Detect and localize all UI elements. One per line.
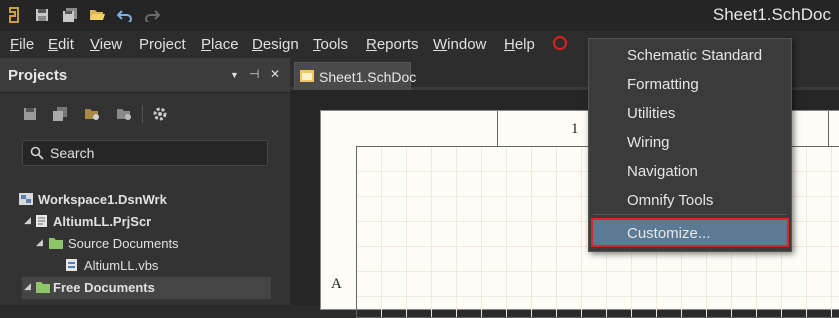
menu-edit-label: dit — [58, 36, 74, 53]
menu-item-label: Navigation — [627, 163, 698, 180]
expand-triangle-icon[interactable]: ◢ — [36, 237, 43, 248]
open-project-folder-icon[interactable] — [84, 106, 100, 122]
toolbar-divider — [142, 105, 143, 123]
save-icon[interactable] — [32, 5, 52, 25]
vbs-file-icon — [66, 259, 77, 271]
menu-item-schematic-standard[interactable]: Schematic Standard — [589, 41, 791, 70]
menu-help[interactable]: Help — [504, 36, 535, 53]
menu-window-label: indow — [447, 36, 487, 53]
folder-icon — [49, 238, 63, 249]
menu-help-label: elp — [514, 36, 535, 53]
toolbars-dropdown-menu: Schematic Standard Formatting Utilities … — [588, 38, 792, 252]
panel-menu-button[interactable]: ▼ — [230, 70, 239, 80]
sheet-border-divider — [828, 111, 829, 146]
tree-item-free-documents[interactable]: ◢ Free Documents — [22, 277, 271, 299]
tree-item-workspace[interactable]: Workspace1.DsnWrk — [0, 189, 290, 211]
tree-label-workspace: Workspace1.DsnWrk — [38, 192, 167, 207]
menu-item-navigation[interactable]: Navigation — [589, 157, 791, 186]
menu-tools-label: ools — [320, 36, 349, 53]
search-icon — [30, 146, 44, 160]
menu-item-label: Schematic Standard — [627, 47, 763, 64]
tab-sheet1-schdoc[interactable]: Sheet1.SchDoc — [294, 62, 416, 90]
redo-icon[interactable] — [142, 5, 162, 25]
menu-place-label: lace — [211, 36, 239, 53]
menu-item-label: Omnify Tools — [627, 192, 714, 209]
menu-place-accel: P — [201, 36, 212, 53]
menu-item-label: Formatting — [627, 76, 699, 93]
sheet-zone-letter: A — [331, 276, 342, 292]
menu-reports-accel: R — [366, 36, 377, 53]
expand-triangle-icon[interactable]: ◢ — [24, 281, 31, 292]
sheet-zone-number: 1 — [571, 121, 579, 137]
sheet-border-divider — [497, 111, 498, 146]
window-title: Sheet1.SchDoc — [712, 5, 831, 24]
panel-toolbar — [0, 93, 290, 133]
menu-edit-accel: E — [48, 36, 59, 53]
menu-design-label: esign — [262, 36, 299, 53]
save-all-project-icon[interactable] — [52, 106, 68, 122]
schematic-doc-icon — [300, 70, 314, 82]
menu-item-wiring[interactable]: Wiring — [589, 128, 791, 157]
menu-project-label: Project — [139, 36, 186, 53]
tab-label: Sheet1.SchDoc — [319, 69, 417, 85]
menu-item-formatting[interactable]: Formatting — [589, 70, 791, 99]
menu-design-accel: D — [252, 36, 263, 53]
undo-icon[interactable] — [115, 5, 135, 25]
open-folder-icon[interactable] — [87, 5, 107, 25]
menu-project[interactable]: Project — [139, 36, 186, 53]
menu-separator — [593, 214, 787, 215]
menu-item-label: Utilities — [627, 105, 676, 122]
gear-icon[interactable] — [152, 106, 168, 122]
menu-window-accel: W — [433, 36, 448, 53]
tree-label-free-documents: Free Documents — [53, 280, 155, 295]
menu-place[interactable]: Place — [201, 36, 239, 53]
tree-label-project: AltiumLL.PrjScr — [53, 214, 152, 229]
tree-item-project[interactable]: ◢ AltiumLL.PrjScr — [0, 211, 290, 233]
menu-reports[interactable]: Reports — [366, 36, 419, 53]
menu-view-accel: V — [90, 36, 100, 53]
menu-tools-accel: T — [313, 36, 321, 53]
title-bar: Sheet1.SchDoc — [0, 0, 839, 31]
close-panel-button[interactable]: ✕ — [270, 67, 280, 81]
search-input[interactable]: Search — [22, 140, 268, 166]
save-all-icon[interactable] — [60, 5, 80, 25]
menu-view-label: iew — [99, 36, 123, 53]
menu-file[interactable]: File — [10, 36, 34, 53]
menu-help-accel: H — [504, 36, 515, 53]
pin-icon[interactable]: ⊣ — [249, 67, 259, 81]
script-project-icon — [36, 215, 47, 227]
menu-window[interactable]: Window — [433, 36, 486, 53]
workspace-icon — [19, 193, 33, 205]
menu-item-customize[interactable]: Customize... — [591, 218, 789, 247]
menu-file-label: ile — [19, 36, 35, 53]
project-options-folder-icon[interactable] — [116, 106, 132, 122]
menu-file-accel: F — [10, 36, 20, 53]
save-project-icon[interactable] — [22, 106, 38, 122]
menu-edit[interactable]: Edit — [48, 36, 74, 53]
menu-reports-label: eports — [376, 36, 419, 53]
menu-item-utilities[interactable]: Utilities — [589, 99, 791, 128]
tree-item-vbs-file[interactable]: AltiumLL.vbs — [0, 255, 290, 277]
tree-label-vbs-file: AltiumLL.vbs — [84, 258, 159, 273]
red-circle-annotation — [553, 36, 567, 50]
menu-item-label: Customize... — [627, 225, 711, 242]
tree-item-source-documents[interactable]: ◢ Source Documents — [0, 233, 290, 255]
panel-title: Projects — [8, 67, 68, 84]
menu-item-omnify-tools[interactable]: Omnify Tools — [589, 186, 791, 215]
menu-item-label: Wiring — [627, 134, 670, 151]
search-placeholder: Search — [50, 145, 95, 161]
projects-panel-header: Projects ▼ ⊣ ✕ — [0, 58, 290, 93]
projects-panel: Projects ▼ ⊣ ✕ Search Workspace1.DsnWrk … — [0, 58, 290, 305]
altium-logo-icon — [4, 5, 24, 25]
menu-design[interactable]: Design — [252, 36, 299, 53]
menu-tools[interactable]: Tools — [313, 36, 348, 53]
tree-label-source-documents: Source Documents — [68, 236, 179, 251]
expand-triangle-icon[interactable]: ◢ — [24, 215, 31, 226]
menu-view[interactable]: View — [90, 36, 122, 53]
folder-icon — [36, 282, 50, 293]
